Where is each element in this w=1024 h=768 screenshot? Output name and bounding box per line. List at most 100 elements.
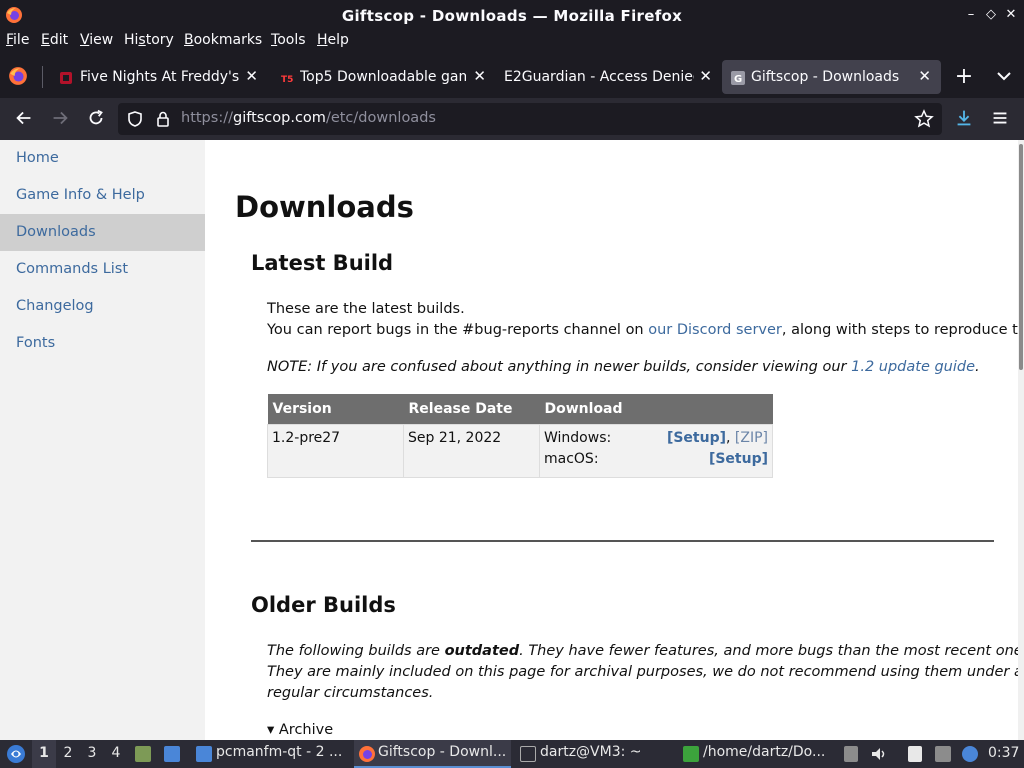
maximize-button[interactable]: ◇	[982, 5, 1000, 25]
update-notifier-icon[interactable]	[962, 746, 978, 762]
menu-view[interactable]: View	[80, 32, 113, 48]
tab-fnaf[interactable]: Five Nights At Freddy's Fr ✕	[46, 60, 264, 94]
minimize-button[interactable]: –	[962, 5, 980, 25]
workspace-3[interactable]: 3	[82, 740, 102, 768]
new-tab-button[interactable]: +	[954, 64, 974, 90]
tab-giftscop-downloads[interactable]: G Giftscop - Downloads ✕	[722, 60, 941, 94]
older-builds-warning: The following builds are outdated. They …	[267, 643, 1024, 659]
show-desktop-icon[interactable]	[164, 746, 180, 762]
archive-toggle[interactable]: ▾ Archive	[267, 722, 333, 738]
folder-icon	[196, 746, 212, 762]
web-page: Home Game Info & Help Downloads Commands…	[0, 140, 1024, 740]
column-header-download: Download	[539, 394, 773, 424]
reload-icon	[89, 109, 103, 125]
windows-links: [Setup], [ZIP]	[666, 429, 768, 446]
archive-icon	[683, 746, 699, 762]
file-manager-launcher-icon[interactable]	[135, 746, 151, 762]
network-icon[interactable]	[935, 746, 951, 762]
update-note-text: NOTE: If you are confused about anything…	[267, 359, 980, 375]
url-bar[interactable]: https://giftscop.com/etc/downloads	[118, 103, 942, 135]
release-date-cell: Sep 21, 2022	[403, 423, 540, 478]
bug-report-text: You can report bugs in the #bug-reports …	[267, 322, 1024, 338]
start-menu-icon[interactable]	[5, 743, 27, 765]
scrollbar-thumb[interactable]	[1019, 144, 1023, 370]
page-scrollbar[interactable]	[1018, 140, 1024, 740]
close-tab-icon[interactable]: ✕	[918, 67, 931, 85]
task-label: /home/dartz/Do...	[703, 744, 826, 760]
macos-setup-link[interactable]: [Setup]	[709, 451, 768, 467]
windows-zip-link[interactable]: [ZIP]	[735, 430, 768, 446]
workspace-4[interactable]: 4	[106, 740, 126, 768]
latest-intro-text: These are the latest builds.	[267, 301, 465, 317]
task-firefox[interactable]: Giftscop - Downl...	[354, 740, 511, 768]
window-titlebar: Giftscop - Downloads — Mozilla Firefox –…	[0, 0, 1024, 30]
tracking-protection-shield-icon[interactable]	[126, 110, 144, 128]
sidebar-item-commands-list[interactable]: Commands List	[0, 251, 205, 288]
volume-icon[interactable]	[870, 745, 888, 763]
close-tab-icon[interactable]: ✕	[473, 67, 486, 85]
menu-edit[interactable]: Edit	[41, 32, 68, 48]
removable-media-icon[interactable]	[844, 746, 858, 762]
tab-bar: Five Nights At Freddy's Fr ✕ T5 Top5 Dow…	[0, 56, 1024, 98]
older-builds-note-line: They are mainly included on this page fo…	[267, 664, 1024, 680]
tab-separator	[42, 66, 43, 88]
menu-help[interactable]: Help	[317, 32, 349, 48]
workspace-1[interactable]: 1	[32, 740, 56, 768]
close-tab-icon[interactable]: ✕	[699, 67, 712, 85]
forward-button[interactable]	[48, 107, 72, 131]
back-button[interactable]	[12, 107, 36, 131]
hamburger-menu-icon	[993, 112, 1007, 124]
task-pcmanfm[interactable]: pcmanfm-qt - 2 ...	[192, 740, 348, 768]
app-menu-button[interactable]	[988, 107, 1012, 131]
tab-label: Top5 Downloadable game	[300, 69, 466, 85]
windows-setup-link[interactable]: [Setup]	[667, 430, 726, 446]
url-text[interactable]: https://giftscop.com/etc/downloads	[181, 110, 436, 126]
svg-text:T5: T5	[281, 75, 293, 85]
tab-top5[interactable]: T5 Top5 Downloadable game ✕	[268, 60, 492, 94]
bookmark-star-icon[interactable]	[914, 109, 934, 129]
firefox-icon	[359, 746, 375, 762]
sidebar-item-changelog[interactable]: Changelog	[0, 288, 205, 325]
table-header-row: Version Release Date Download	[267, 394, 773, 424]
sidebar-item-downloads[interactable]: Downloads	[0, 214, 205, 251]
menu-tools[interactable]: Tools	[271, 32, 306, 48]
top5-favicon-icon: T5	[280, 73, 296, 85]
latest-build-heading: Latest Build	[251, 251, 394, 275]
macos-links: [Setup]	[709, 451, 768, 467]
downloads-button[interactable]	[952, 107, 976, 131]
list-all-tabs-button[interactable]	[994, 66, 1014, 88]
window-title: Giftscop - Downloads — Mozilla Firefox	[341, 7, 683, 25]
task-archive-manager[interactable]: /home/dartz/Do...	[679, 740, 835, 768]
close-window-button[interactable]: ✕	[1002, 5, 1020, 25]
tab-label: Giftscop - Downloads	[751, 69, 900, 85]
sidebar-item-home[interactable]: Home	[0, 140, 205, 177]
sidebar-item-game-info[interactable]: Game Info & Help	[0, 177, 205, 214]
windows-label: Windows:	[544, 429, 612, 446]
tab-e2guardian[interactable]: E2Guardian - Access Denied ✕	[496, 60, 718, 94]
site-sidebar: Home Game Info & Help Downloads Commands…	[0, 140, 205, 740]
download-cell: Windows: macOS: [Setup], [ZIP] [Setup]	[539, 423, 773, 478]
navigation-toolbar: https://giftscop.com/etc/downloads	[0, 98, 1024, 140]
firefox-view-button[interactable]	[8, 66, 30, 88]
discord-server-link[interactable]: our Discord server	[648, 322, 782, 338]
menu-bookmarks[interactable]: Bookmarks	[184, 32, 262, 48]
macos-label: macOS:	[544, 450, 599, 467]
menu-file[interactable]: File	[6, 32, 29, 48]
lock-icon[interactable]	[154, 110, 172, 128]
terminal-icon	[520, 746, 536, 762]
update-guide-link[interactable]: 1.2 update guide	[851, 359, 975, 375]
column-header-release-date: Release Date	[403, 394, 540, 424]
tab-label: E2Guardian - Access Denied	[504, 69, 694, 85]
task-label: Giftscop - Downl...	[378, 744, 507, 760]
close-tab-icon[interactable]: ✕	[245, 67, 258, 85]
clipboard-icon[interactable]	[908, 746, 922, 762]
back-arrow-icon	[16, 111, 31, 125]
task-terminal[interactable]: dartz@VM3: ~	[516, 740, 673, 768]
workspace-2[interactable]: 2	[58, 740, 78, 768]
clock[interactable]: 0:37	[988, 740, 1022, 768]
older-builds-heading: Older Builds	[251, 593, 396, 617]
sidebar-item-fonts[interactable]: Fonts	[0, 325, 205, 362]
version-cell: 1.2-pre27	[267, 423, 404, 478]
reload-button[interactable]	[84, 107, 108, 131]
menu-history[interactable]: History	[124, 32, 174, 48]
